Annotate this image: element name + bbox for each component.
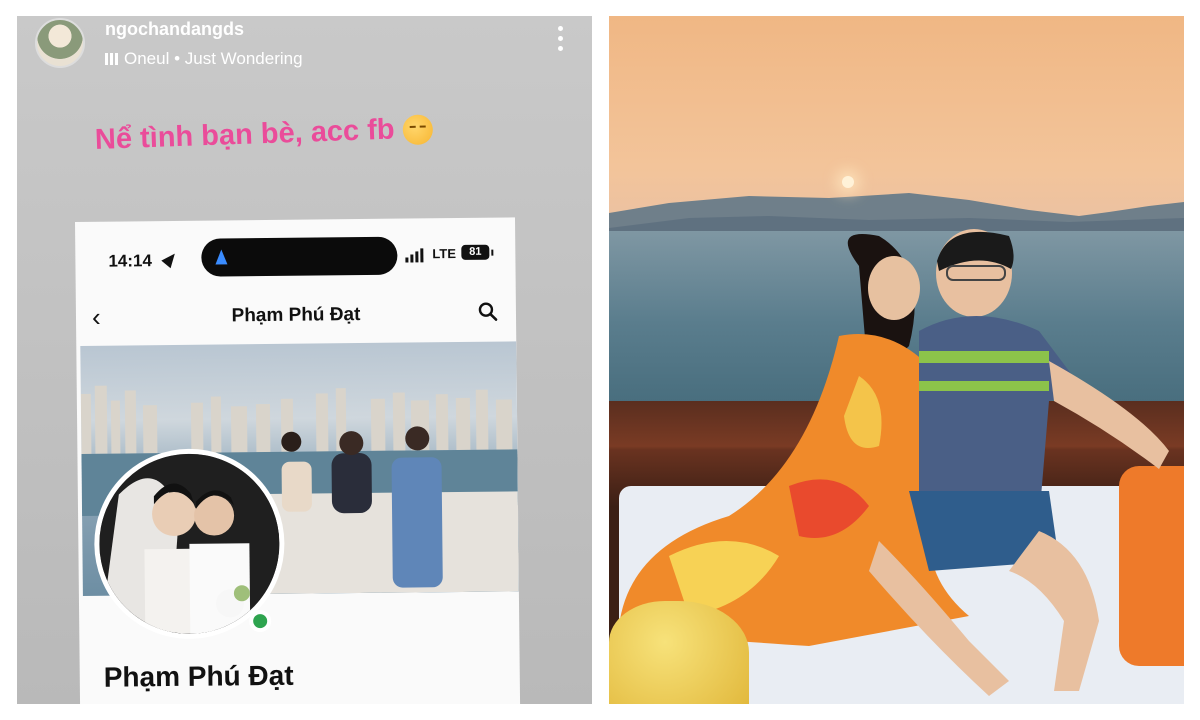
- online-status-dot: [249, 609, 272, 633]
- man-in-striped-polo-image: [869, 229, 1169, 696]
- battery-indicator: 81: [461, 244, 490, 260]
- music-bars-icon: [105, 53, 118, 65]
- story-header: ngochandangds Oneul • Just Wondering: [17, 16, 592, 94]
- search-icon[interactable]: [478, 302, 498, 322]
- story-caption-sticker: Nể tình bạn bè, acc fb: [94, 112, 434, 157]
- profile-name: Phạm Phú Đạt: [103, 659, 294, 693]
- wedding-photo-image: [98, 452, 281, 635]
- couple-sunset-photo: [609, 16, 1184, 704]
- story-username[interactable]: ngochandangds: [105, 19, 244, 40]
- story-music-info[interactable]: Oneul • Just Wondering: [105, 49, 303, 69]
- status-time: 14:14: [108, 251, 152, 271]
- network-type: LTE: [432, 246, 457, 262]
- navigation-arrow-icon: [215, 249, 228, 265]
- location-arrow-icon: [161, 249, 180, 269]
- dynamic-island: [201, 236, 398, 277]
- more-options-icon[interactable]: [558, 26, 564, 56]
- facebook-profile-screenshot: 14:14 LTE 81 ‹ Phạm Phú Đạt Phạm Phú Đạt: [75, 217, 521, 704]
- music-track-label: Oneul • Just Wondering: [124, 49, 303, 68]
- battery-tip: [491, 249, 494, 256]
- signal-bars-icon: [405, 248, 424, 263]
- story-author-avatar[interactable]: [35, 18, 85, 68]
- profile-header-title: Phạm Phú Đạt: [231, 304, 361, 327]
- caption-text: Nể tình bạn bè, acc fb: [94, 113, 396, 156]
- sun-image: [842, 176, 854, 188]
- instagram-story: ngochandangds Oneul • Just Wondering Nể …: [17, 16, 592, 704]
- smirk-emoji-icon: [402, 113, 434, 145]
- yellow-cushion-image: [609, 601, 749, 704]
